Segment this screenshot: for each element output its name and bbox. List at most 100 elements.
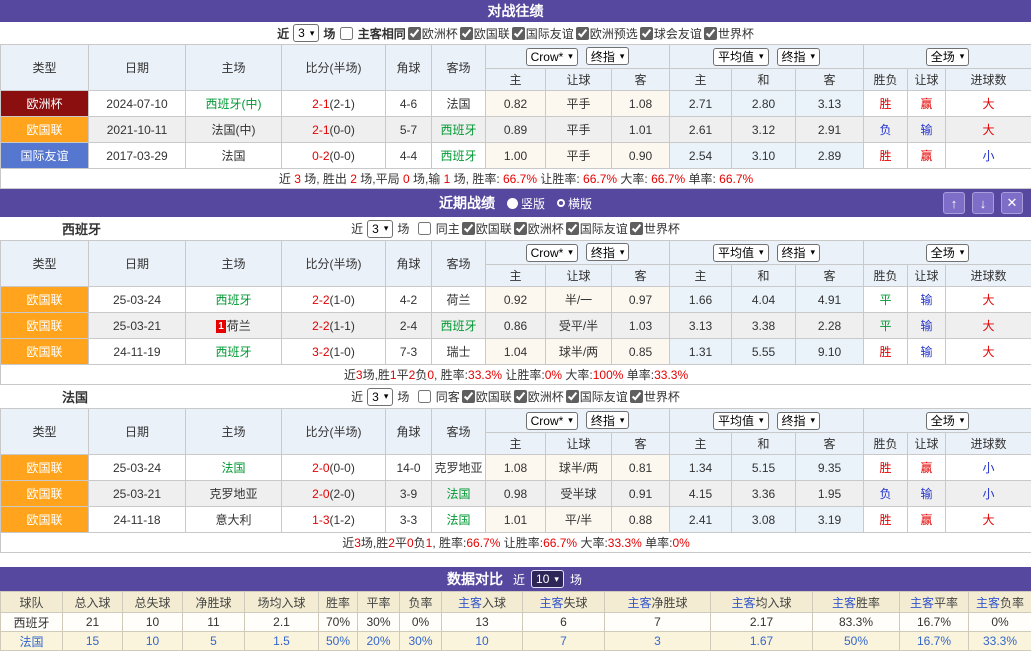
same-home-away-filter[interactable]: 主客相同 <box>335 25 405 42</box>
league-checkbox[interactable] <box>704 27 717 40</box>
view-radio-horizontal[interactable] <box>557 199 565 207</box>
result-goals: 小 <box>946 455 1031 481</box>
stat-value: 30% <box>400 632 442 651</box>
league-checkbox[interactable] <box>576 27 589 40</box>
match-row: 欧国联25-03-21克罗地亚2-0(2-0)3-9法国0.98受半球0.914… <box>1 481 1031 507</box>
avg-time-select[interactable]: 终指▾ <box>777 244 821 262</box>
league-checkbox[interactable] <box>630 390 643 403</box>
chevron-down-icon: ▾ <box>960 248 965 257</box>
home-team: 西班牙(中) <box>186 91 282 117</box>
same-home-away-checkbox[interactable] <box>340 27 353 40</box>
sub-col-header: 让球 <box>546 69 612 91</box>
league-filter[interactable]: 世界杯 <box>628 220 680 237</box>
odds-time-select[interactable]: 终指▾ <box>586 243 630 261</box>
result-text: 胜 <box>880 461 892 475</box>
league-checkbox[interactable] <box>566 390 579 403</box>
sub-col-header: 和 <box>732 433 796 455</box>
scope-select[interactable]: 全场▾ <box>926 48 970 66</box>
league-checkbox-label: 欧洲杯 <box>528 222 564 236</box>
stat-value: 21 <box>63 613 123 632</box>
league-checkbox[interactable] <box>640 27 653 40</box>
away-team: 西班牙 <box>432 117 486 143</box>
france-recent-count-select[interactable]: 3 ▾ <box>367 388 393 406</box>
close-button[interactable]: ✕ <box>1001 192 1023 214</box>
stat-value: 0% <box>400 613 442 632</box>
league-filter[interactable]: 国际友谊 <box>564 220 628 237</box>
h2h-recent-count-select[interactable]: 3 ▾ <box>293 24 319 42</box>
league-checkbox-label: 欧国联 <box>476 222 512 236</box>
odds-company-select[interactable]: Crow*▾ <box>526 48 578 66</box>
league-filter[interactable]: 世界杯 <box>702 25 754 42</box>
view-radio-vertical[interactable] <box>507 198 518 209</box>
league-badge: 欧国联 <box>1 339 89 365</box>
avg-company-select[interactable]: 平均值▾ <box>713 48 769 66</box>
view-radio-vertical-label[interactable]: 竖版 <box>521 195 545 212</box>
odds-company-select[interactable]: Crow*▾ <box>526 244 578 262</box>
result-goals: 大 <box>946 313 1031 339</box>
league-filter[interactable]: 欧国联 <box>460 220 512 237</box>
scope-select[interactable]: 全场▾ <box>926 244 970 262</box>
avg-away: 1.95 <box>796 481 864 507</box>
league-filter[interactable]: 欧国联 <box>460 388 512 405</box>
spain-recent-count-select[interactable]: 3 ▾ <box>367 220 393 238</box>
scope-select-value: 全场 <box>931 412 955 429</box>
spain-same-home-checkbox[interactable] <box>418 222 431 235</box>
league-checkbox[interactable] <box>630 222 643 235</box>
league-checkbox[interactable] <box>514 222 527 235</box>
league-checkbox[interactable] <box>462 222 475 235</box>
league-filter[interactable]: 国际友谊 <box>510 25 574 42</box>
league-filter[interactable]: 欧洲杯 <box>512 220 564 237</box>
odds-time-select[interactable]: 终指▾ <box>586 411 630 429</box>
result-text: 小 <box>983 487 995 501</box>
france-same-away-checkbox[interactable] <box>418 390 431 403</box>
avg-draw: 5.55 <box>732 339 796 365</box>
league-checkbox[interactable] <box>512 27 525 40</box>
league-filter[interactable]: 国际友谊 <box>564 388 628 405</box>
view-radio-horizontal-label[interactable]: 横版 <box>568 195 592 212</box>
col-header-date: 日期 <box>89 409 186 455</box>
odds-time-select[interactable]: 终指▾ <box>586 47 630 65</box>
result-group-header: 全场▾ <box>864 241 1031 265</box>
league-checkbox[interactable] <box>460 27 473 40</box>
league-checkbox[interactable] <box>462 390 475 403</box>
league-filter[interactable]: 欧洲杯 <box>406 25 458 42</box>
move-up-button[interactable]: ↑ <box>943 192 965 214</box>
league-filter[interactable]: 欧国联 <box>458 25 510 42</box>
odds-away: 0.88 <box>612 507 670 533</box>
stat-value: 30% <box>358 613 400 632</box>
league-filter[interactable]: 欧洲杯 <box>512 388 564 405</box>
corner-count: 2-4 <box>386 313 432 339</box>
spain-summary: 近3场,胜1平2负0, 胜率:33.3% 让胜率:0% 大率:100% 单率:3… <box>344 368 688 382</box>
spain-same-home-filter[interactable]: 同主 <box>413 220 459 237</box>
near-label: 近 <box>277 25 289 42</box>
away-team: 荷兰 <box>432 287 486 313</box>
match-row: 国际友谊2017-03-29法国0-2(0-0)4-4西班牙1.00平手0.90… <box>1 143 1031 169</box>
avg-time-select[interactable]: 终指▾ <box>777 412 821 430</box>
avg-time-select[interactable]: 终指▾ <box>777 48 821 66</box>
compare-recent-count-select[interactable]: 10 ▾ <box>531 570 564 588</box>
chevron-down-icon: ▾ <box>811 52 816 61</box>
stat-value: 1.5 <box>245 632 319 651</box>
avg-home: 1.31 <box>670 339 732 365</box>
league-checkbox[interactable] <box>514 390 527 403</box>
league-filter[interactable]: 世界杯 <box>628 388 680 405</box>
scope-select[interactable]: 全场▾ <box>926 412 970 430</box>
move-down-button[interactable]: ↓ <box>972 192 994 214</box>
match-date: 25-03-24 <box>89 455 186 481</box>
france-same-away-filter[interactable]: 同客 <box>413 388 459 405</box>
odds-company-select[interactable]: Crow*▾ <box>526 412 578 430</box>
league-filter[interactable]: 球会友谊 <box>638 25 702 42</box>
avg-company-select[interactable]: 平均值▾ <box>713 244 769 262</box>
league-checkbox[interactable] <box>408 27 421 40</box>
avg-company-select-value: 平均值 <box>718 244 754 261</box>
sub-col-header: 和 <box>732 69 796 91</box>
league-filter[interactable]: 欧洲预选 <box>574 25 638 42</box>
col-header-score: 比分(半场) <box>282 241 386 287</box>
home-team-name: 克罗地亚 <box>209 487 257 501</box>
sub-col-header: 主 <box>486 433 546 455</box>
france-block-header: 法国 近 3 ▾ 场 同客 欧国联欧洲杯国际友谊世界杯 <box>0 385 1031 408</box>
avg-company-select[interactable]: 平均值▾ <box>713 412 769 430</box>
league-checkbox[interactable] <box>566 222 579 235</box>
col-header-date: 日期 <box>89 241 186 287</box>
compare-col-header: 胜率 <box>319 592 358 613</box>
